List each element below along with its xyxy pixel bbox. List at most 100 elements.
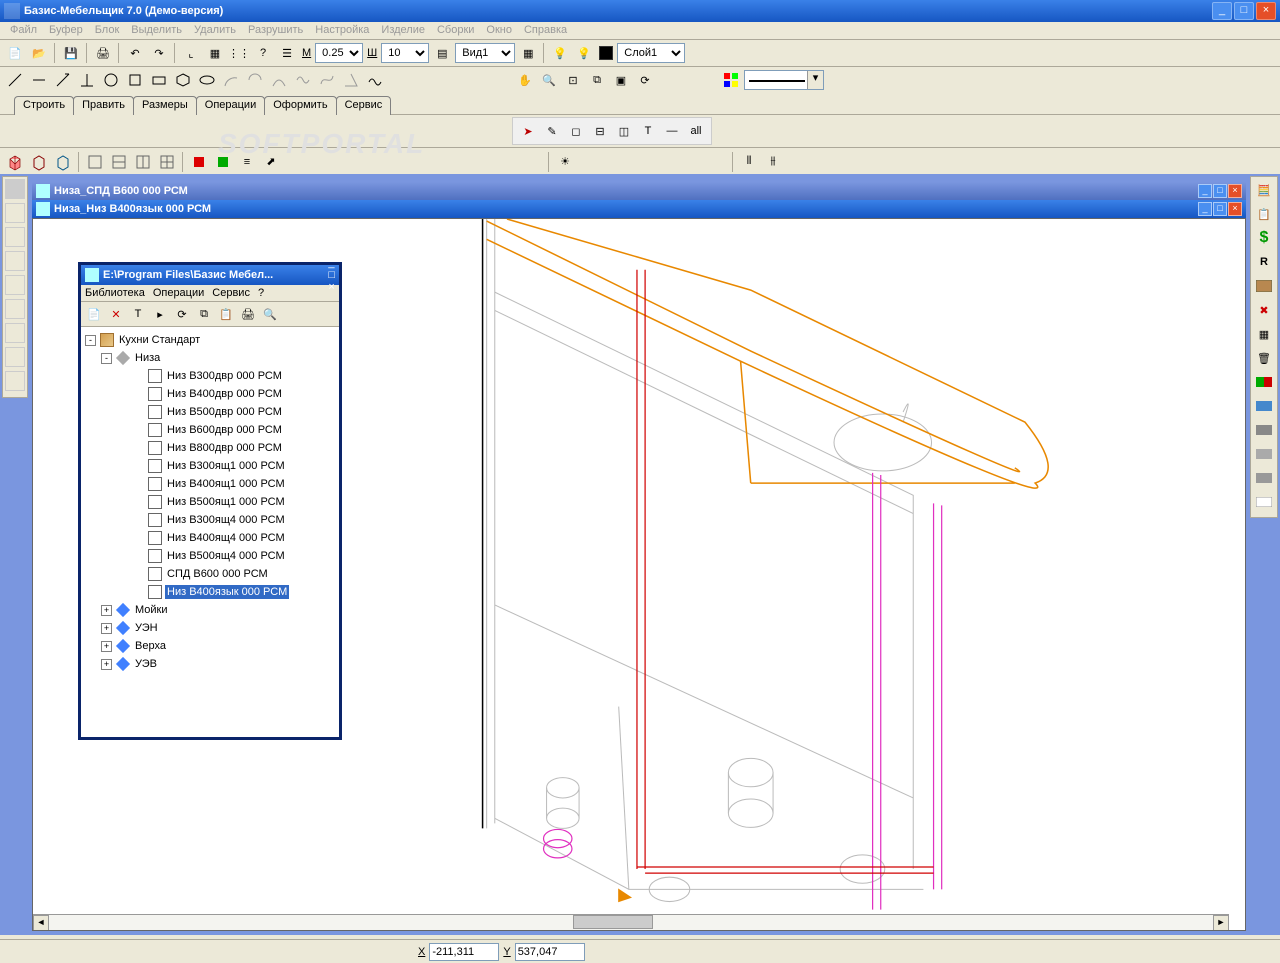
properties-button[interactable]: ☰ bbox=[276, 42, 298, 64]
scroll-thumb[interactable] bbox=[573, 915, 653, 929]
tree-row[interactable]: СПД В600 000 РСМ bbox=[85, 565, 335, 583]
tree-expander[interactable]: - bbox=[101, 353, 112, 364]
library-close-button[interactable]: × bbox=[328, 281, 335, 293]
pan-button[interactable]: ✋ bbox=[514, 69, 536, 91]
x-coord-input[interactable] bbox=[429, 943, 499, 961]
m-combo[interactable]: 0.25 bbox=[315, 43, 363, 63]
select-window-button[interactable]: ◫ bbox=[613, 120, 635, 142]
horizontal-scrollbar[interactable]: ◄ ► bbox=[33, 914, 1229, 930]
snap-button[interactable]: ⋮⋮ bbox=[228, 42, 250, 64]
rt-color3-icon[interactable] bbox=[1253, 419, 1275, 441]
rt-dollar-icon[interactable]: $ bbox=[1253, 227, 1275, 249]
rt-trash-icon[interactable]: 🗑 bbox=[1253, 347, 1275, 369]
new-file-button[interactable]: 📄 bbox=[4, 42, 26, 64]
tree-expander[interactable]: + bbox=[101, 605, 112, 616]
text-select-button[interactable]: T bbox=[637, 120, 659, 142]
menu-Блок[interactable]: Блок bbox=[89, 23, 126, 38]
lib-menu-Сервис[interactable]: Сервис bbox=[212, 287, 250, 299]
tree-row[interactable]: Низ В800двр 000 РСМ bbox=[85, 439, 335, 457]
menu-Разрушить[interactable]: Разрушить bbox=[242, 23, 309, 38]
rt-color4-icon[interactable] bbox=[1253, 443, 1275, 465]
tree-expander[interactable]: + bbox=[101, 641, 112, 652]
rt-r-icon[interactable]: R bbox=[1253, 251, 1275, 273]
lt-hpanel-button[interactable] bbox=[5, 227, 25, 247]
save-button[interactable]: 💾 bbox=[60, 42, 82, 64]
doc-header-active[interactable]: Низа_Низ В400язык 000 РСМ _ □ × bbox=[32, 200, 1246, 218]
doc-max-button[interactable]: □ bbox=[1213, 184, 1227, 198]
tree-row[interactable]: Низ В500двр 000 РСМ bbox=[85, 403, 335, 421]
w-combo[interactable]: 10 bbox=[381, 43, 429, 63]
tree-row[interactable]: +УЭН bbox=[85, 619, 335, 637]
tree-expander[interactable]: + bbox=[101, 659, 112, 670]
select-rect-button[interactable]: ◻ bbox=[565, 120, 587, 142]
tab-Операции[interactable]: Операции bbox=[196, 96, 265, 115]
circle-button[interactable] bbox=[100, 69, 122, 91]
minimize-button[interactable]: _ bbox=[1212, 2, 1232, 20]
doc-close-button[interactable]: × bbox=[1228, 184, 1242, 198]
lib-menu-Библиотека[interactable]: Библиотека bbox=[85, 287, 145, 299]
lib-export-button[interactable]: ▸ bbox=[151, 305, 169, 323]
axis-button[interactable]: ⌞ bbox=[180, 42, 202, 64]
tree-row[interactable]: Низ В300двр 000 РСМ bbox=[85, 367, 335, 385]
zoom-doc-button[interactable]: ⧉ bbox=[586, 69, 608, 91]
tree-row[interactable]: Низ В400ящ4 000 РСМ bbox=[85, 529, 335, 547]
perpendicular-button[interactable] bbox=[76, 69, 98, 91]
rt-sheet-icon[interactable]: 📋 bbox=[1253, 203, 1275, 225]
tree-row[interactable]: Низ В300ящ4 000 РСМ bbox=[85, 511, 335, 529]
rt-color5-icon[interactable] bbox=[1253, 467, 1275, 489]
bulb-yellow-icon[interactable]: 💡 bbox=[549, 42, 571, 64]
rect-button[interactable] bbox=[148, 69, 170, 91]
cursor-button[interactable]: ➤ bbox=[517, 120, 539, 142]
menu-Окно[interactable]: Окно bbox=[480, 23, 518, 38]
help-button[interactable]: ? bbox=[252, 42, 274, 64]
lt-panel-button[interactable] bbox=[5, 179, 25, 199]
lib-print-button[interactable]: 🖨 bbox=[239, 305, 257, 323]
rt-del-icon[interactable]: ✖ bbox=[1253, 299, 1275, 321]
cursor-link-button[interactable]: ⬈ bbox=[260, 151, 282, 173]
lib-delete-button[interactable]: ✕ bbox=[107, 305, 125, 323]
zoom-window-button[interactable]: ⊡ bbox=[562, 69, 584, 91]
wf2-button[interactable] bbox=[108, 151, 130, 173]
print-button[interactable]: 🖨 bbox=[92, 42, 114, 64]
green-cube-button[interactable] bbox=[212, 151, 234, 173]
lt-pin-button[interactable] bbox=[5, 299, 25, 319]
lib-menu-Операции[interactable]: Операции bbox=[153, 287, 204, 299]
lt-vpanel-button[interactable] bbox=[5, 203, 25, 223]
edit-point-button[interactable]: ✎ bbox=[541, 120, 563, 142]
line-diag-button[interactable] bbox=[4, 69, 26, 91]
grid-button[interactable]: ▦ bbox=[204, 42, 226, 64]
select-all-button[interactable]: all bbox=[685, 120, 707, 142]
tree-row[interactable]: Низ В600двр 000 РСМ bbox=[85, 421, 335, 439]
lib-refresh-button[interactable]: ⟳ bbox=[173, 305, 191, 323]
ellipse-button[interactable] bbox=[196, 69, 218, 91]
lib-menu-?[interactable]: ? bbox=[258, 287, 264, 299]
tree-row[interactable]: Низ В400ящ1 000 РСМ bbox=[85, 475, 335, 493]
arc-button[interactable] bbox=[220, 69, 242, 91]
line-horiz-button[interactable] bbox=[28, 69, 50, 91]
rt-calc-icon[interactable]: 🧮 bbox=[1253, 179, 1275, 201]
lib-text-button[interactable]: T bbox=[129, 305, 147, 323]
tree-row[interactable]: +Мойки bbox=[85, 601, 335, 619]
lt-dim-button[interactable] bbox=[5, 323, 25, 343]
menu-Выделить[interactable]: Выделить bbox=[125, 23, 188, 38]
doc-min-button[interactable]: _ bbox=[1198, 202, 1212, 216]
layer-combo[interactable]: Слой1 bbox=[617, 43, 685, 63]
tab-Оформить[interactable]: Оформить bbox=[264, 96, 336, 115]
scroll-left-button[interactable]: ◄ bbox=[33, 915, 49, 931]
library-tree[interactable]: -Кухни Стандарт-НизаНиз В300двр 000 РСМН… bbox=[81, 327, 339, 729]
arc2-button[interactable] bbox=[244, 69, 266, 91]
zoom-button[interactable]: 🔍 bbox=[538, 69, 560, 91]
align1-button[interactable]: ⫴ bbox=[738, 151, 760, 173]
tree-row[interactable]: Низ В500ящ1 000 РСМ bbox=[85, 493, 335, 511]
tree-row[interactable]: Низ В400язык 000 РСМ bbox=[85, 583, 335, 601]
lib-preview-button[interactable]: 🔍 bbox=[261, 305, 279, 323]
tree-expander[interactable]: - bbox=[85, 335, 96, 346]
doc-max-button[interactable]: □ bbox=[1213, 202, 1227, 216]
cube2-button[interactable] bbox=[28, 151, 50, 173]
rt-board-icon[interactable] bbox=[1253, 275, 1275, 297]
tree-row[interactable]: Низ В300ящ1 000 РСМ bbox=[85, 457, 335, 475]
select-remove-button[interactable]: ⊟ bbox=[589, 120, 611, 142]
rt-color2-icon[interactable] bbox=[1253, 395, 1275, 417]
layer-color-swatch[interactable] bbox=[599, 46, 613, 60]
tree-expander[interactable]: + bbox=[101, 623, 112, 634]
